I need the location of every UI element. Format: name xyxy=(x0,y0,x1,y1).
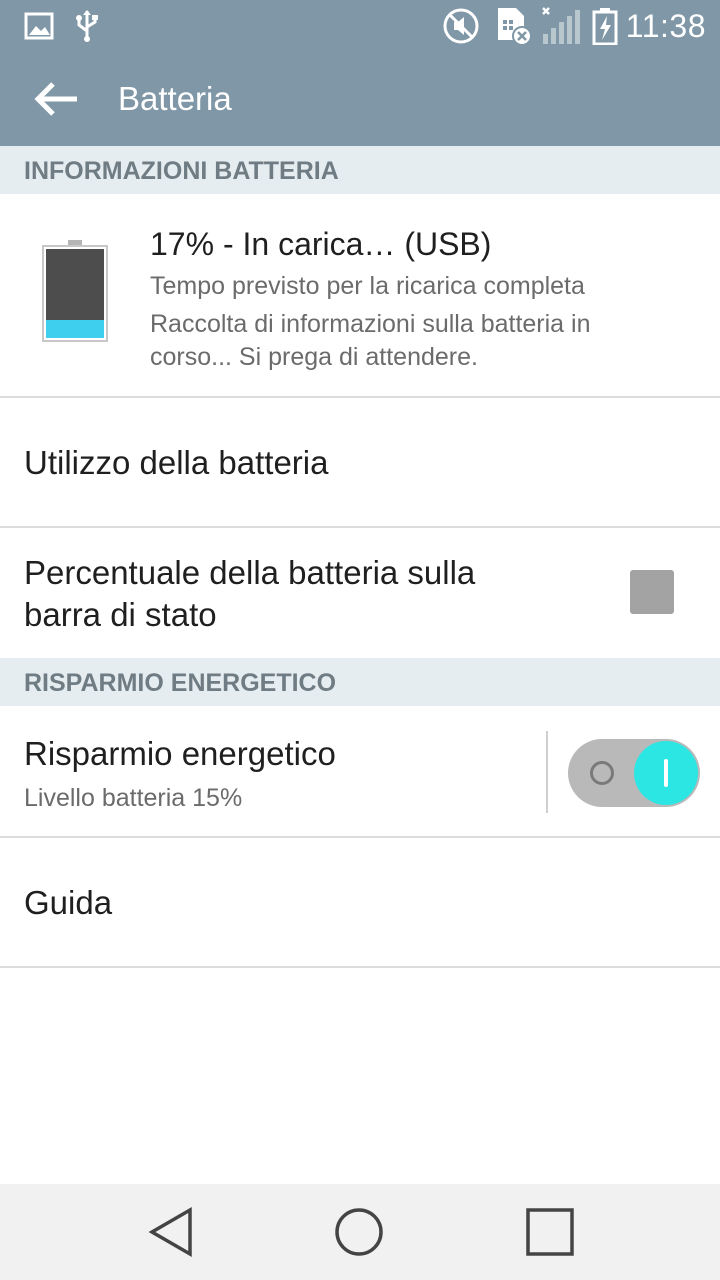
power-saving-switch[interactable] xyxy=(568,739,700,807)
section-header-power-saving: RISPARMIO ENERGETICO xyxy=(0,658,720,706)
status-bar: 11:38 xyxy=(0,0,720,52)
back-button[interactable] xyxy=(26,72,86,126)
triangle-back-icon xyxy=(148,1206,192,1258)
power-saving-level: Livello batteria 15% xyxy=(24,784,243,812)
navigation-bar xyxy=(0,1184,720,1280)
signal-icon xyxy=(540,7,584,44)
switch-off-icon xyxy=(590,761,614,785)
section-header-battery-info: INFORMAZIONI BATTERIA xyxy=(0,146,720,194)
square-recents-icon xyxy=(526,1208,574,1256)
page-title: Batteria xyxy=(118,80,232,117)
circle-home-icon xyxy=(335,1208,383,1256)
power-saving-label: Risparmio energetico xyxy=(24,735,336,772)
status-clock: 11:38 xyxy=(625,8,706,44)
gallery-icon xyxy=(22,8,56,44)
arrow-back-icon xyxy=(34,82,77,116)
battery-percentage-label-1: Percentuale della batteria sulla xyxy=(24,554,476,591)
battery-charging-icon xyxy=(590,8,620,45)
battery-percentage-label-2: barra di stato xyxy=(24,596,217,633)
app-bar: Batteria xyxy=(0,52,720,146)
guide-label: Guida xyxy=(24,884,113,921)
switch-thumb xyxy=(634,741,698,805)
guide-item[interactable]: Guida xyxy=(0,838,720,966)
battery-info-text-2: corso... Si prega di attendere. xyxy=(150,343,478,371)
battery-percentage-checkbox[interactable] xyxy=(630,570,674,614)
divider xyxy=(0,966,720,968)
vertical-divider xyxy=(546,731,548,813)
nav-back-button[interactable] xyxy=(140,1202,200,1262)
battery-status-item: 17% - In carica… (USB) Tempo previsto pe… xyxy=(0,194,720,397)
charge-time-text: Tempo previsto per la ricarica completa xyxy=(150,272,585,300)
battery-info-text-1: Raccolta di informazioni sulla batteria … xyxy=(150,310,591,338)
nav-home-button[interactable] xyxy=(329,1202,389,1262)
battery-level-icon xyxy=(42,240,108,342)
sim-error-icon xyxy=(494,8,534,46)
battery-usage-item[interactable]: Utilizzo della batteria xyxy=(0,398,720,526)
nav-recents-button[interactable] xyxy=(520,1202,580,1262)
battery-usage-label: Utilizzo della batteria xyxy=(24,444,329,481)
usb-icon xyxy=(72,8,102,44)
mute-icon xyxy=(442,8,480,44)
battery-percentage-item[interactable]: Percentuale della batteria sulla barra d… xyxy=(0,528,720,658)
battery-status-title: 17% - In carica… (USB) xyxy=(150,226,492,262)
